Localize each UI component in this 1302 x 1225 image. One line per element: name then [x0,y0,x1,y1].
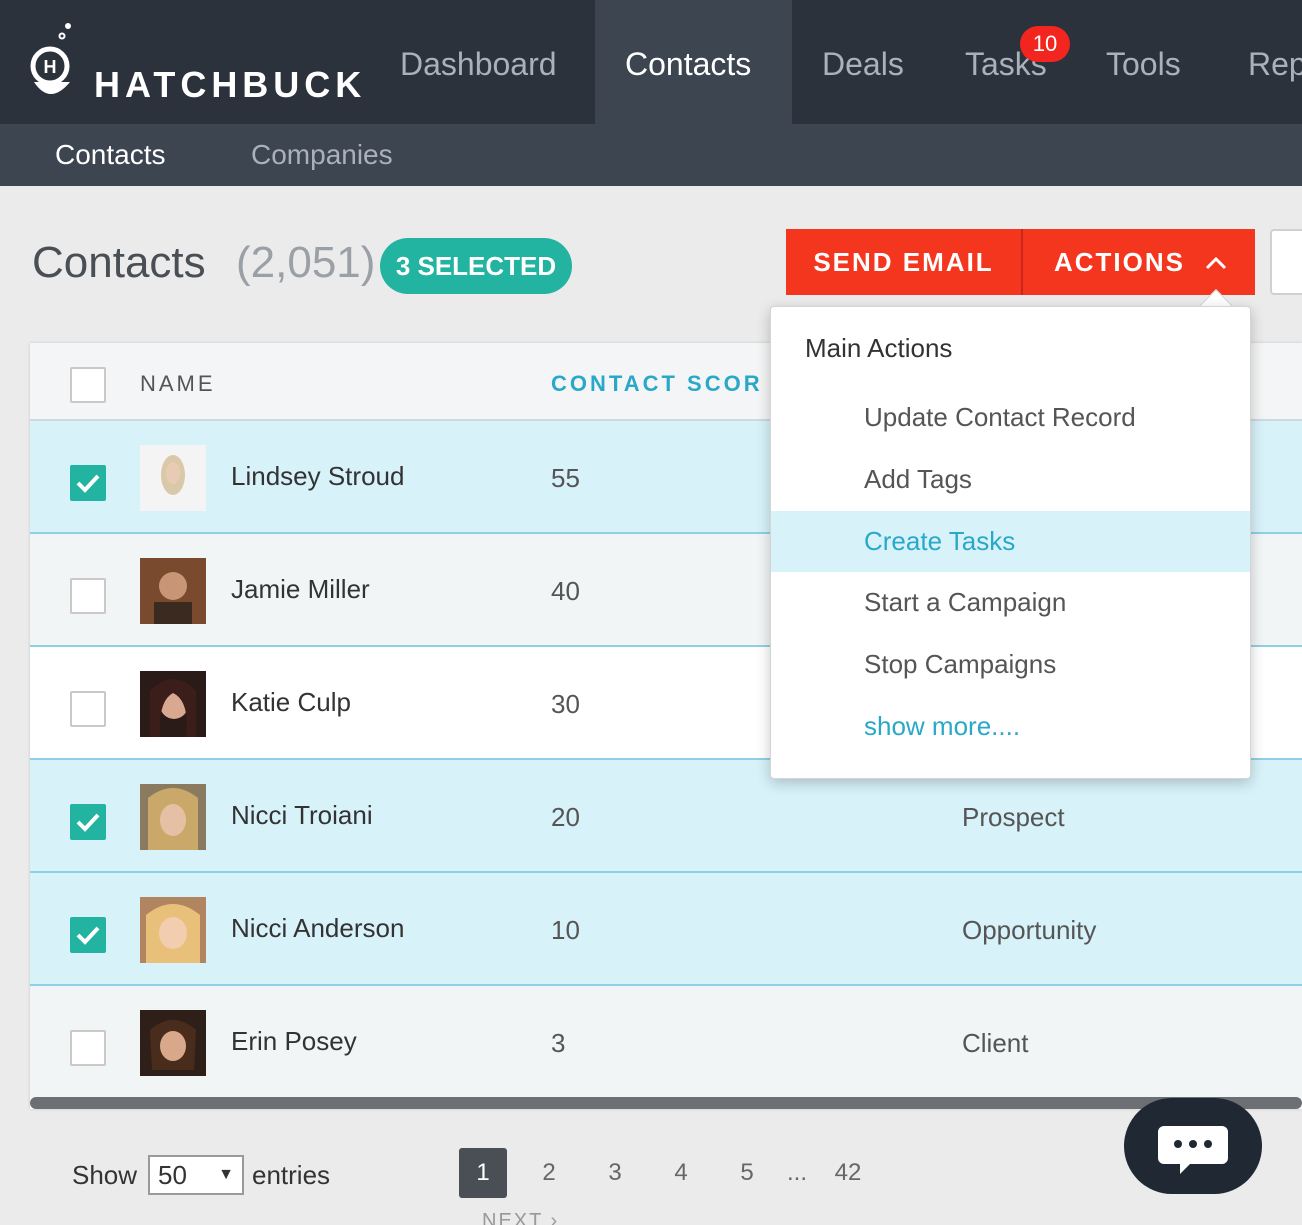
menu-item-add-tags[interactable]: Add Tags [771,449,1250,510]
page-button-42[interactable]: 42 [824,1148,872,1198]
row-checkbox[interactable] [70,1030,106,1066]
page-button-1[interactable]: 1 [459,1148,507,1198]
actions-button-label: ACTIONS [1054,247,1185,277]
nav-tab-contacts[interactable]: Contacts [595,0,792,124]
chat-icon [1158,1126,1228,1174]
subnav-contacts[interactable]: Contacts [55,124,166,186]
contact-name[interactable]: Jamie Miller [231,574,370,605]
nav-tab-tasks[interactable]: Tasks [935,0,1077,124]
more-options-button[interactable] [1270,229,1302,295]
next-page-link[interactable]: NEXT › [482,1210,559,1225]
contact-status: Prospect [962,802,1065,832]
menu-item-create-tasks[interactable]: Create Tasks [771,511,1250,572]
sub-navigation: Contacts Companies [0,124,1302,186]
checkmark-icon [76,813,100,832]
avatar [140,897,206,963]
brand-name: HATCHBUCK [94,64,367,105]
page-size-select[interactable]: 50 ▼ [148,1155,244,1195]
contact-name[interactable]: Nicci Troiani [231,800,373,831]
contact-score: 55 [551,463,580,493]
contact-status: Opportunity [962,915,1097,945]
nav-tab-tools[interactable]: Tools [1076,0,1211,124]
contacts-count: (2,051) [236,238,376,287]
dropdown-heading: Main Actions [805,333,953,363]
nav-tab-deals[interactable]: Deals [792,0,934,124]
avatar [140,445,206,511]
selected-count-badge[interactable]: 3 SELECTED [380,238,572,294]
contact-score: 20 [551,802,580,832]
menu-item-update-contact-record[interactable]: Update Contact Record [771,387,1250,448]
show-label: Show [72,1160,138,1190]
nav-tab-dashboard[interactable]: Dashboard [370,0,587,124]
avatar [140,784,206,850]
menu-item-show-more[interactable]: show more.... [771,696,1250,757]
dropdown-arrow-icon: ▼ [218,1166,234,1183]
row-checkbox[interactable] [70,465,106,501]
hatchbuck-logo-icon: H [30,23,71,94]
column-header-name[interactable]: NAME [140,371,216,397]
page-button-4[interactable]: 4 [657,1148,705,1198]
avatar [140,671,206,737]
menu-item-stop-campaigns[interactable]: Stop Campaigns [771,634,1250,695]
table-row[interactable]: Nicci Anderson 10 Opportunity [30,873,1302,986]
select-all-checkbox[interactable] [70,367,106,403]
nav-tab-reports[interactable]: Rep [1218,0,1302,124]
page-button-5[interactable]: 5 [723,1148,771,1198]
contact-score: 3 [551,1028,566,1058]
row-checkbox[interactable] [70,804,106,840]
column-header-contact-score[interactable]: CONTACT SCOR [551,371,763,397]
page-button-3[interactable]: 3 [591,1148,639,1198]
row-checkbox[interactable] [70,578,106,614]
actions-dropdown-menu: Main Actions Update Contact Record Add T… [770,306,1251,779]
actions-button[interactable]: ACTIONS [1023,229,1255,295]
subnav-companies[interactable]: Companies [251,124,393,186]
checkmark-icon [76,474,100,493]
contact-score: 10 [551,915,580,945]
page-size-value: 50 [158,1160,187,1190]
checkmark-icon [76,926,100,945]
chat-button[interactable] [1124,1098,1262,1194]
entries-label: entries [252,1160,331,1190]
contact-name[interactable]: Erin Posey [231,1026,357,1057]
contact-score: 30 [551,689,580,719]
page-title: Contacts [32,238,206,287]
page-button-2[interactable]: 2 [525,1148,573,1198]
avatar [140,1010,206,1076]
chevron-up-icon [1205,256,1227,270]
top-navigation: H HATCHBUCK Dashboard Contacts Deals Tas… [0,0,1302,124]
send-email-button[interactable]: SEND EMAIL [786,229,1021,295]
row-checkbox[interactable] [70,691,106,727]
horizontal-scrollbar[interactable] [30,1097,1302,1109]
brand-logo[interactable]: H HATCHBUCK [28,20,368,106]
contact-score: 40 [551,576,580,606]
contact-name[interactable]: Lindsey Stroud [231,461,404,492]
tasks-count-badge: 10 [1020,26,1070,62]
contact-name[interactable]: Nicci Anderson [231,913,404,944]
table-row[interactable]: Erin Posey 3 Client [30,986,1302,1099]
contact-name[interactable]: Katie Culp [231,687,351,718]
page-ellipsis: ... [786,1159,807,1186]
menu-item-start-campaign[interactable]: Start a Campaign [771,572,1250,633]
contact-status: Client [962,1028,1029,1058]
svg-text:H: H [44,57,57,77]
row-checkbox[interactable] [70,917,106,953]
avatar [140,558,206,624]
